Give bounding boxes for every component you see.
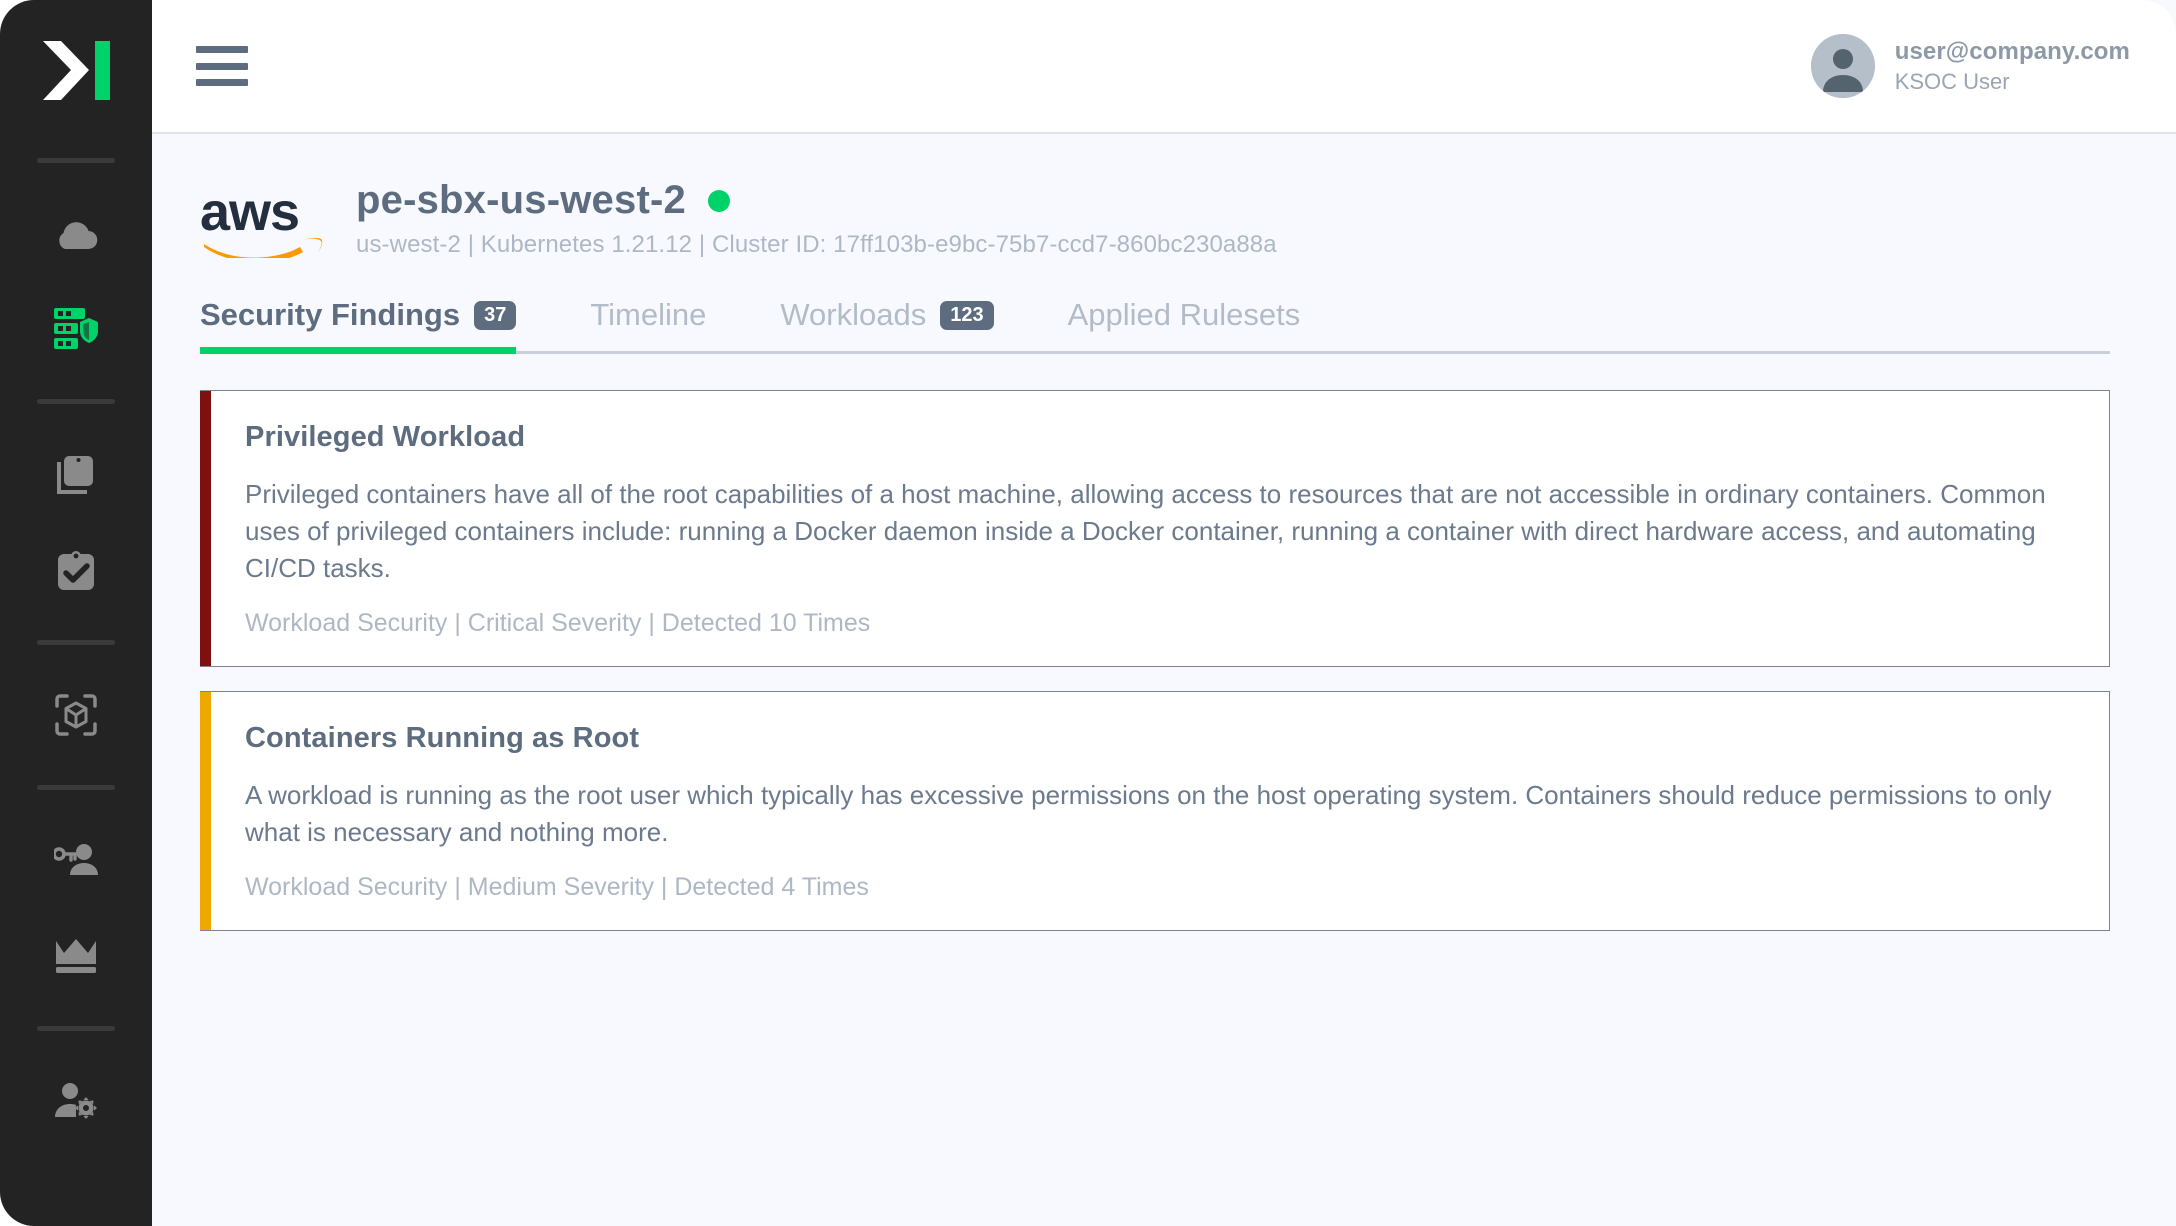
server-shield-icon (53, 307, 99, 351)
sidebar-item-server-security[interactable] (38, 291, 114, 367)
page-title: pe-sbx-us-west-2 (356, 178, 686, 222)
sidebar-divider (37, 640, 115, 645)
crown-icon (55, 938, 97, 974)
user-role: KSOC User (1894, 68, 2010, 94)
status-badge (707, 189, 730, 212)
user-menu[interactable]: user@company.com KSOC User (1810, 34, 2130, 98)
topbar: user@company.com KSOC User (152, 0, 2176, 134)
findings-list: Privileged Workload Privileged container… (200, 390, 2110, 931)
tab-label: Workloads (780, 297, 927, 332)
app-root: user@company.com KSOC User aws pe-sbx-us… (0, 0, 2176, 1226)
cluster-title-row: pe-sbx-us-west-2 (356, 178, 1277, 223)
ksoc-logo[interactable] (40, 36, 112, 106)
tab-workloads[interactable]: Workloads 123 (780, 297, 1029, 351)
tab-label: Applied Rulesets (1067, 297, 1301, 332)
severity-indicator (200, 691, 211, 930)
main-pane: user@company.com KSOC User aws pe-sbx-us… (152, 0, 2176, 1226)
sidebar-item-user-settings[interactable] (38, 1063, 114, 1139)
tab-timeline[interactable]: Timeline (590, 297, 742, 351)
user-email: user@company.com (1894, 37, 2130, 65)
key-user-icon (54, 844, 98, 876)
finding-description: A workload is running as the root user w… (245, 779, 2052, 847)
finding-meta: Workload Security | Medium Severity | De… (245, 872, 869, 901)
sidebar-item-access[interactable] (38, 822, 114, 898)
sidebar-item-cloud[interactable] (38, 195, 114, 271)
sidebar (0, 0, 152, 1226)
user-settings-icon (54, 1083, 98, 1119)
clipboard-check-icon (56, 549, 96, 591)
user-info: user@company.com KSOC User (1895, 38, 2130, 95)
cluster-subtitle: us-west-2 | Kubernetes 1.21.12 | Cluster… (356, 231, 1277, 258)
hamburger-icon[interactable] (196, 42, 250, 90)
finding-body: Privileged Workload Privileged container… (211, 391, 2109, 666)
sidebar-divider (37, 1026, 115, 1031)
sidebar-item-image-scan[interactable] (38, 677, 114, 753)
tab-security-findings[interactable]: Security Findings 37 (200, 297, 552, 354)
tab-bar: Security Findings 37 Timeline Workloads … (200, 297, 2110, 354)
sidebar-item-reports[interactable] (38, 436, 114, 512)
finding-description: Privileged containers have all of the ro… (245, 479, 2046, 583)
tab-applied-rulesets[interactable]: Applied Rulesets (1068, 297, 1337, 351)
sidebar-divider (37, 158, 115, 163)
cluster-header: aws pe-sbx-us-west-2 us-west-2 | Kuberne… (200, 176, 2110, 263)
tab-label: Security Findings (200, 297, 461, 332)
cluster-meta: pe-sbx-us-west-2 us-west-2 | Kubernetes … (356, 176, 1277, 259)
finding-title: Privileged Workload (245, 421, 526, 453)
finding-body: Containers Running as Root A workload is… (211, 692, 2109, 930)
content-area: aws pe-sbx-us-west-2 us-west-2 | Kuberne… (152, 134, 2176, 1226)
finding-meta: Workload Security | Critical Severity | … (245, 608, 871, 637)
finding-card[interactable]: Privileged Workload Privileged container… (200, 390, 2110, 667)
sidebar-divider (37, 785, 115, 790)
svg-text:aws: aws (200, 182, 299, 242)
sidebar-item-admin[interactable] (38, 918, 114, 994)
hamburger-bar (196, 79, 248, 86)
tab-label: Timeline (590, 297, 707, 332)
hamburger-bar (196, 46, 248, 53)
hamburger-bar (196, 62, 248, 70)
finding-card[interactable]: Containers Running as Root A workload is… (200, 690, 2110, 931)
finding-title: Containers Running as Root (245, 721, 640, 754)
tab-badge: 37 (474, 300, 517, 330)
tab-badge: 123 (940, 300, 994, 330)
aws-logo: aws (200, 176, 330, 263)
clipboard-stack-icon (55, 452, 97, 496)
sidebar-item-compliance[interactable] (38, 532, 114, 608)
cloud-icon (54, 216, 98, 250)
severity-indicator (200, 391, 211, 666)
sidebar-divider (37, 399, 115, 404)
avatar (1810, 34, 1875, 98)
cube-scan-icon (55, 694, 97, 736)
